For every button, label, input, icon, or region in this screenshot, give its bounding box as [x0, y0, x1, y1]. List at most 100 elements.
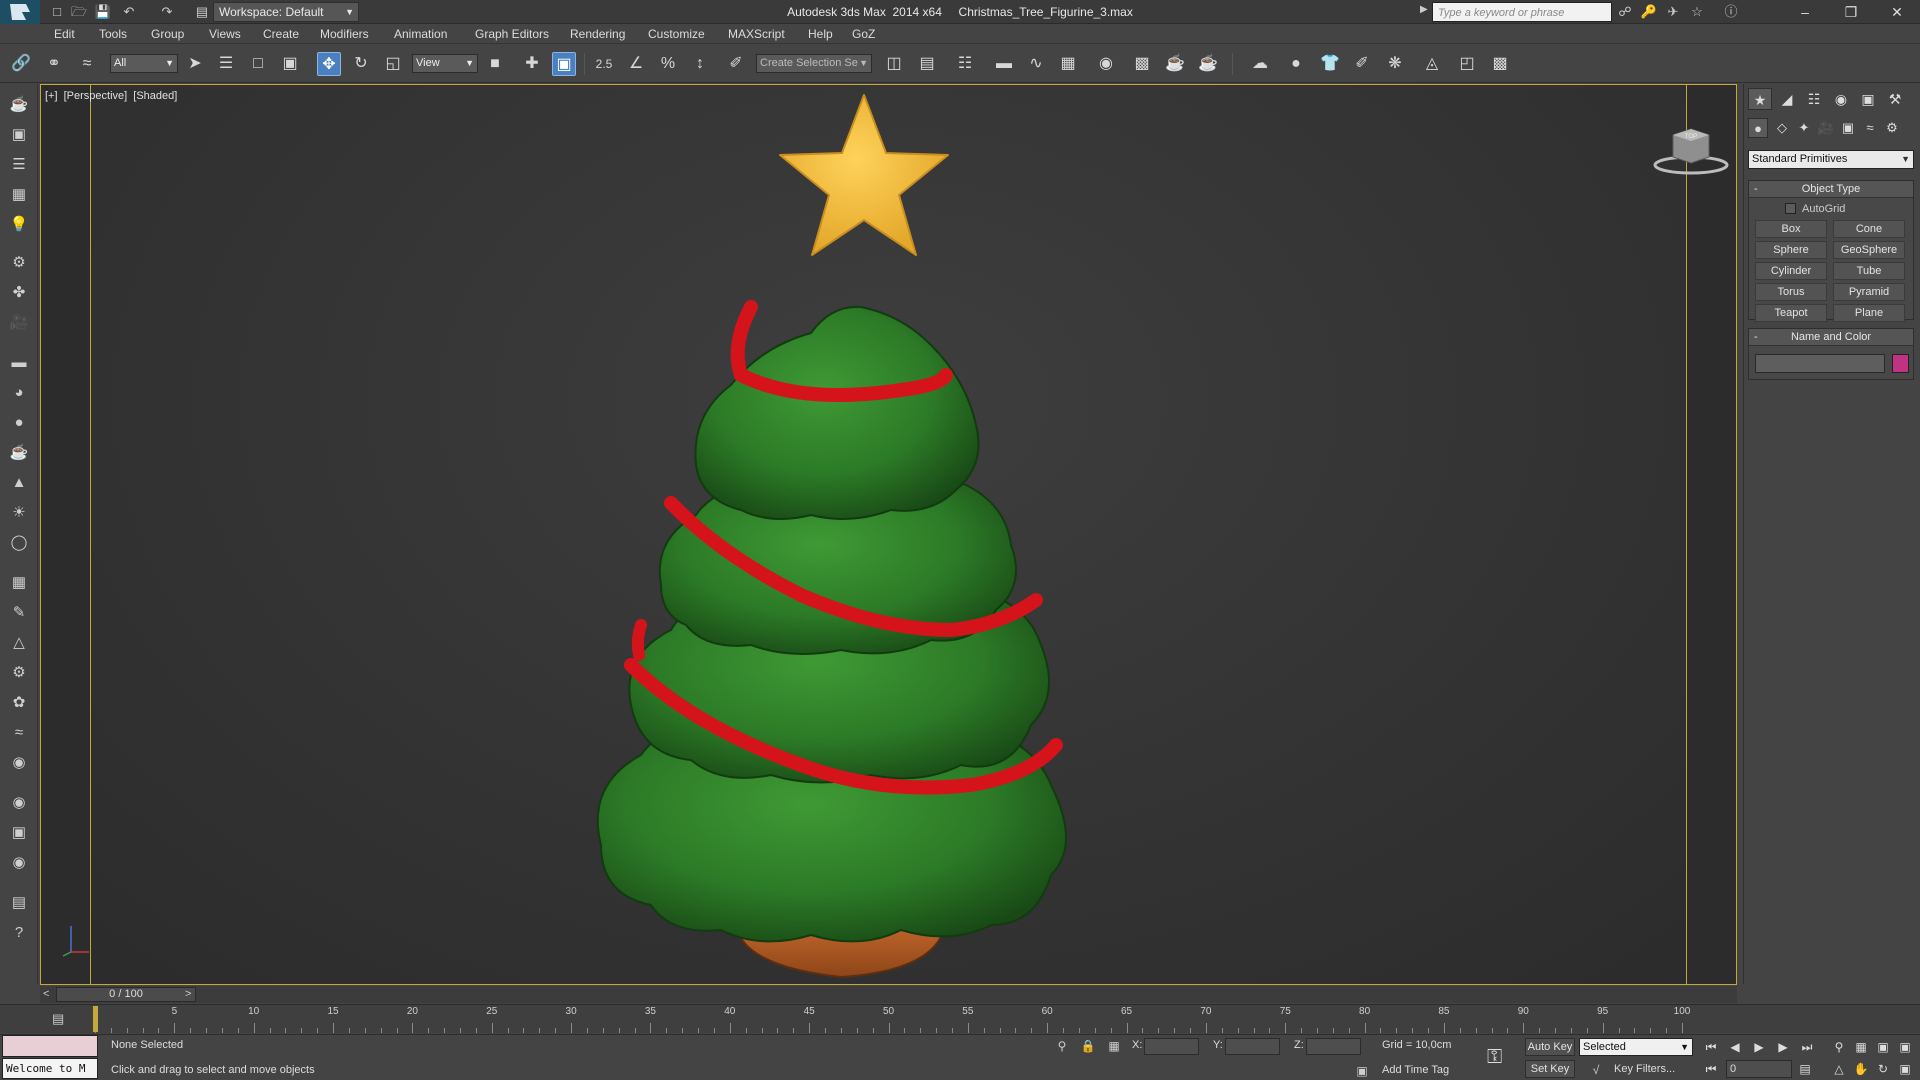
torus-button[interactable]: Torus [1755, 283, 1827, 301]
sun-light-icon[interactable]: ☀ [8, 502, 30, 524]
time-configuration-icon[interactable]: ▤ [1796, 1060, 1814, 1078]
image-icon[interactable]: ▣ [8, 124, 30, 146]
autogrid-checkbox[interactable]: AutoGrid [1785, 202, 1845, 216]
go-to-start-icon[interactable]: ⏮ [1702, 1038, 1720, 1056]
render-setup-icon[interactable]: ▩ [1130, 52, 1154, 76]
zoom-icon[interactable]: ⚲ [1830, 1038, 1848, 1056]
scene-explorer-icon[interactable]: ☰ [8, 154, 30, 176]
perspective-viewport[interactable]: [+] [Perspective] [Shaded] TOP [40, 84, 1737, 985]
cameras-category-icon[interactable]: 🎥 [1816, 118, 1836, 138]
menu-tools[interactable]: Tools [99, 26, 127, 42]
select-object-icon[interactable]: ➤ [183, 52, 207, 76]
environment-icon[interactable]: ◉ [8, 852, 30, 874]
track-bar[interactable]: ▤ 5 10 15 20 25 30 35 40 45 50 55 60 65 70 75 80 85 90 95 1… [0, 1004, 1920, 1033]
helpers-category-icon[interactable]: ▣ [1838, 118, 1858, 138]
select-and-rotate-icon[interactable]: ↻ [349, 52, 373, 76]
isolate-selection-icon[interactable]: ⚲ [1054, 1038, 1070, 1054]
next-frame-arrow-icon[interactable]: > [185, 986, 191, 1003]
time-slider[interactable]: < 0 / 100 > [40, 986, 1737, 1003]
layer-manager-icon[interactable]: ☷ [953, 52, 977, 76]
object-type-header[interactable]: - Object Type [1749, 181, 1913, 198]
bone-tools-icon[interactable]: ⚙ [8, 252, 30, 274]
zoom-extents-all-icon[interactable]: ▣ [1896, 1038, 1914, 1056]
menu-views[interactable]: Views [209, 26, 241, 42]
snaps-toggle-icon[interactable]: 2.5 [592, 52, 616, 76]
menu-animation[interactable]: Animation [394, 26, 447, 42]
maxscript-output-line[interactable]: Welcome to M [2, 1058, 98, 1079]
maxscript-listener-mini[interactable] [2, 1035, 98, 1057]
favorites-star-icon[interactable]: ☆ [1688, 3, 1706, 21]
render-online-icon[interactable]: ☁ [1248, 52, 1272, 76]
minimize-icon[interactable]: – [1782, 0, 1828, 24]
zoom-all-icon[interactable]: ▦ [1852, 1038, 1870, 1056]
key-filters-button[interactable]: Key Filters... [1614, 1063, 1675, 1075]
infocenter-expand-icon[interactable]: ▶ [1420, 4, 1428, 15]
camera-icon[interactable]: 🎥 [8, 312, 30, 334]
selection-lock-icon[interactable]: 🔒 [1080, 1038, 1096, 1054]
sphere-primitive-icon[interactable]: ● [8, 412, 30, 434]
menu-rendering[interactable]: Rendering [570, 26, 625, 42]
keyboard-shortcut-override-icon[interactable]: ▣ [552, 52, 576, 76]
redo-icon[interactable]: ↷ [158, 3, 176, 21]
hierarchy-tab-icon[interactable]: ☷ [1802, 88, 1826, 110]
help-icon[interactable]: ⓘ [1722, 3, 1740, 21]
pan-view-icon[interactable]: ✋ [1852, 1060, 1870, 1078]
torus-primitive-icon[interactable]: ◯ [8, 532, 30, 554]
christmas-tree-model[interactable] [41, 85, 1737, 985]
settings-cog-icon[interactable]: ⚙ [8, 662, 30, 684]
teapot-render-icon[interactable]: ☕ [8, 94, 30, 116]
material-icon[interactable]: ◉ [8, 752, 30, 774]
menu-maxscript[interactable]: MAXScript [728, 26, 785, 42]
object-color-swatch[interactable] [1892, 354, 1909, 373]
curve-editor-icon[interactable]: ∿ [1024, 52, 1048, 76]
subscription-icon[interactable]: 🔑 [1640, 3, 1658, 21]
pattern-icon[interactable]: ▦ [8, 572, 30, 594]
select-and-scale-icon[interactable]: ◱ [381, 52, 405, 76]
search-input[interactable]: Type a keyword or phrase [1432, 2, 1612, 22]
select-manipulate-icon[interactable]: ✚ [520, 52, 544, 76]
plane-primitive-icon[interactable]: ▬ [8, 352, 30, 374]
modify-tab-icon[interactable]: ◢ [1775, 88, 1799, 110]
table-icon[interactable]: ▦ [8, 184, 30, 206]
teapot-primitive-icon[interactable]: ☕ [8, 442, 30, 464]
next-frame-icon[interactable]: ▶ [1774, 1038, 1792, 1056]
spinner-snap-icon[interactable]: ↕ [688, 52, 712, 76]
menu-customize[interactable]: Customize [648, 26, 705, 42]
menu-modifiers[interactable]: Modifiers [320, 26, 369, 42]
cone-primitive-icon[interactable]: ▲ [8, 472, 30, 494]
graphite-ribbon-icon[interactable]: ▬ [992, 52, 1016, 76]
mini-curve-editor-icon[interactable]: ▤ [52, 1011, 72, 1027]
teapot-button[interactable]: Teapot [1755, 304, 1827, 322]
utilities-tab-icon[interactable]: ⚒ [1883, 88, 1907, 110]
field-of-view-icon[interactable]: △ [1830, 1060, 1848, 1078]
render-region-icon[interactable]: ▩ [1488, 52, 1512, 76]
app-logo-icon[interactable] [0, 0, 40, 24]
name-and-color-header[interactable]: - Name and Color [1749, 329, 1913, 346]
current-frame-field[interactable]: 0 [1726, 1060, 1792, 1078]
edit-named-selection-icon[interactable]: ✐ [724, 52, 748, 76]
skin-wrap-icon[interactable]: ✤ [8, 282, 30, 304]
paint-deform-icon[interactable]: ✎ [8, 602, 30, 624]
space-warps-category-icon[interactable]: ≈ [1860, 118, 1880, 138]
orbit-icon[interactable]: ↻ [1874, 1060, 1892, 1078]
workspace-dropdown[interactable]: Workspace: Default ▼ [213, 2, 359, 22]
new-file-icon[interactable]: □ [48, 3, 66, 21]
select-and-move-icon[interactable]: ✥ [317, 52, 341, 76]
default-tangent-icon[interactable]: √ [1588, 1062, 1604, 1078]
wireframe-icon[interactable]: △ [8, 632, 30, 654]
material-editor-icon[interactable]: ◉ [1094, 52, 1118, 76]
close-icon[interactable]: ✕ [1874, 0, 1920, 24]
absolute-relative-transform-icon[interactable]: ▦ [1106, 1038, 1122, 1054]
key-mode-toggle-icon[interactable]: ⏮ [1702, 1060, 1720, 1078]
box-button[interactable]: Box [1755, 220, 1827, 238]
percent-snap-icon[interactable]: % [656, 52, 680, 76]
geosphere-button[interactable]: GeoSphere [1833, 241, 1905, 259]
plane-button[interactable]: Plane [1833, 304, 1905, 322]
tube-button[interactable]: Tube [1833, 262, 1905, 280]
cylinder-button[interactable]: Cylinder [1755, 262, 1827, 280]
time-tag-icon[interactable]: ▣ [1354, 1063, 1370, 1079]
z-coord-field[interactable] [1306, 1038, 1361, 1055]
hemisphere-primitive-icon[interactable]: ◕ [8, 382, 30, 404]
y-coord-field[interactable] [1225, 1038, 1280, 1055]
previous-frame-arrow-icon[interactable]: < [43, 986, 49, 1003]
